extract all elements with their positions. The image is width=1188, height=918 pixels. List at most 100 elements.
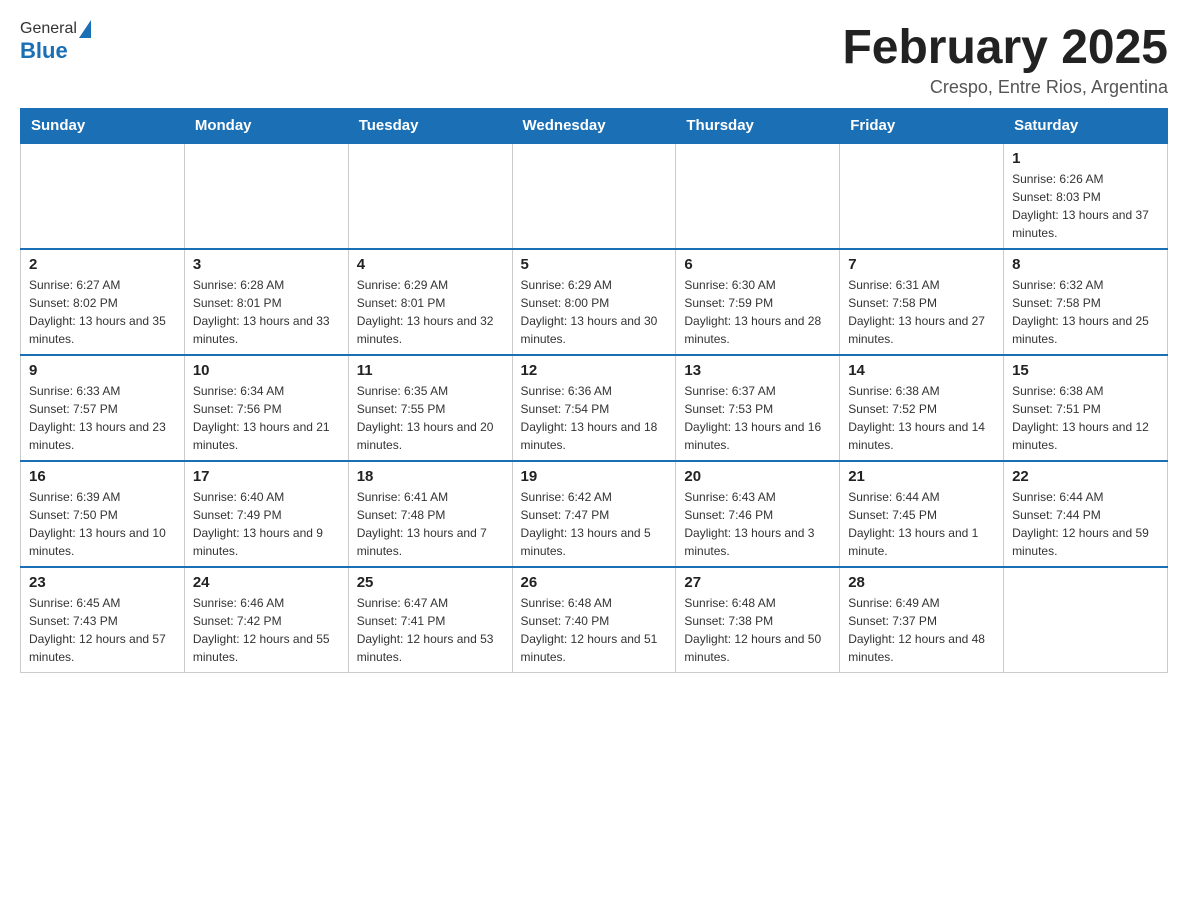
day-info: Sunrise: 6:29 AMSunset: 8:00 PMDaylight:… (521, 276, 668, 348)
day-info: Sunrise: 6:48 AMSunset: 7:40 PMDaylight:… (521, 594, 668, 666)
day-number: 25 (357, 574, 504, 591)
day-number: 8 (1012, 256, 1159, 273)
calendar-cell: 1 Sunrise: 6:26 AMSunset: 8:03 PMDaylight… (1004, 143, 1168, 249)
column-header-tuesday: Tuesday (348, 109, 512, 144)
day-number: 23 (29, 574, 176, 591)
day-info: Sunrise: 6:47 AMSunset: 7:41 PMDaylight:… (357, 594, 504, 666)
page-header: General Blue February 2025 Crespo, Entre… (20, 20, 1168, 98)
day-info: Sunrise: 6:46 AMSunset: 7:42 PMDaylight:… (193, 594, 340, 666)
calendar-cell: 7Sunrise: 6:31 AMSunset: 7:58 PMDaylight… (840, 249, 1004, 355)
week-row-1: 1 Sunrise: 6:26 AMSunset: 8:03 PMDaylight… (21, 143, 1168, 249)
week-row-4: 16 Sunrise: 6:39 AMSunset: 7:50 PMDayligh… (21, 461, 1168, 567)
calendar-cell: 23 Sunrise: 6:45 AMSunset: 7:43 PMDayligh… (21, 567, 185, 673)
day-number: 1 (1012, 150, 1159, 167)
day-number: 3 (193, 256, 340, 273)
day-info: Sunrise: 6:33 AMSunset: 7:57 PMDaylight:… (29, 382, 176, 454)
calendar-cell: 2Sunrise: 6:27 AMSunset: 8:02 PMDaylight… (21, 249, 185, 355)
calendar-subtitle: Crespo, Entre Rios, Argentina (842, 77, 1168, 98)
logo-blue-text: Blue (20, 38, 68, 64)
calendar-cell (184, 143, 348, 249)
calendar-cell: 19Sunrise: 6:42 AMSunset: 7:47 PMDayligh… (512, 461, 676, 567)
calendar-title: February 2025 (842, 20, 1168, 75)
day-number: 19 (521, 468, 668, 485)
week-row-3: 9 Sunrise: 6:33 AMSunset: 7:57 PMDaylight… (21, 355, 1168, 461)
day-number: 16 (29, 468, 176, 485)
logo-general-text: General (20, 20, 77, 38)
calendar-cell: 22 Sunrise: 6:44 AMSunset: 7:44 PMDayligh… (1004, 461, 1168, 567)
day-info: Sunrise: 6:38 AMSunset: 7:52 PMDaylight:… (848, 382, 995, 454)
day-info: Sunrise: 6:27 AMSunset: 8:02 PMDaylight:… (29, 276, 176, 348)
day-number: 27 (684, 574, 831, 591)
calendar-cell: 9 Sunrise: 6:33 AMSunset: 7:57 PMDaylight… (21, 355, 185, 461)
day-info: Sunrise: 6:36 AMSunset: 7:54 PMDaylight:… (521, 382, 668, 454)
day-number: 9 (29, 362, 176, 379)
calendar-cell (840, 143, 1004, 249)
day-number: 15 (1012, 362, 1159, 379)
calendar-cell: 15 Sunrise: 6:38 AMSunset: 7:51 PMDayligh… (1004, 355, 1168, 461)
calendar-cell: 4Sunrise: 6:29 AMSunset: 8:01 PMDaylight… (348, 249, 512, 355)
calendar-cell (1004, 567, 1168, 673)
day-number: 21 (848, 468, 995, 485)
day-info: Sunrise: 6:43 AMSunset: 7:46 PMDaylight:… (684, 488, 831, 560)
day-info: Sunrise: 6:26 AMSunset: 8:03 PMDaylight:… (1012, 170, 1159, 242)
calendar-header-row: SundayMondayTuesdayWednesdayThursdayFrid… (21, 109, 1168, 144)
calendar-cell: 25 Sunrise: 6:47 AMSunset: 7:41 PMDayligh… (348, 567, 512, 673)
day-info: Sunrise: 6:39 AMSunset: 7:50 PMDaylight:… (29, 488, 176, 560)
calendar-cell: 5 Sunrise: 6:29 AMSunset: 8:00 PMDaylight… (512, 249, 676, 355)
logo-triangle-icon (79, 20, 91, 38)
column-header-friday: Friday (840, 109, 1004, 144)
day-number: 20 (684, 468, 831, 485)
column-header-wednesday: Wednesday (512, 109, 676, 144)
calendar-table: SundayMondayTuesdayWednesdayThursdayFrid… (20, 108, 1168, 673)
day-number: 5 (521, 256, 668, 273)
day-number: 11 (357, 362, 504, 379)
calendar-cell: 18Sunrise: 6:41 AMSunset: 7:48 PMDayligh… (348, 461, 512, 567)
day-info: Sunrise: 6:35 AMSunset: 7:55 PMDaylight:… (357, 382, 504, 454)
day-number: 24 (193, 574, 340, 591)
day-number: 12 (521, 362, 668, 379)
week-row-2: 2Sunrise: 6:27 AMSunset: 8:02 PMDaylight… (21, 249, 1168, 355)
day-info: Sunrise: 6:31 AMSunset: 7:58 PMDaylight:… (848, 276, 995, 348)
calendar-cell: 27Sunrise: 6:48 AMSunset: 7:38 PMDayligh… (676, 567, 840, 673)
day-number: 14 (848, 362, 995, 379)
day-info: Sunrise: 6:44 AMSunset: 7:44 PMDaylight:… (1012, 488, 1159, 560)
title-block: February 2025 Crespo, Entre Rios, Argent… (842, 20, 1168, 98)
day-info: Sunrise: 6:49 AMSunset: 7:37 PMDaylight:… (848, 594, 995, 666)
calendar-cell: 21 Sunrise: 6:44 AMSunset: 7:45 PMDayligh… (840, 461, 1004, 567)
calendar-cell: 3 Sunrise: 6:28 AMSunset: 8:01 PMDaylight… (184, 249, 348, 355)
day-number: 26 (521, 574, 668, 591)
calendar-cell: 16 Sunrise: 6:39 AMSunset: 7:50 PMDayligh… (21, 461, 185, 567)
day-info: Sunrise: 6:28 AMSunset: 8:01 PMDaylight:… (193, 276, 340, 348)
day-info: Sunrise: 6:32 AMSunset: 7:58 PMDaylight:… (1012, 276, 1159, 348)
calendar-cell: 26 Sunrise: 6:48 AMSunset: 7:40 PMDayligh… (512, 567, 676, 673)
calendar-cell: 24 Sunrise: 6:46 AMSunset: 7:42 PMDayligh… (184, 567, 348, 673)
calendar-cell: 10Sunrise: 6:34 AMSunset: 7:56 PMDayligh… (184, 355, 348, 461)
day-info: Sunrise: 6:37 AMSunset: 7:53 PMDaylight:… (684, 382, 831, 454)
column-header-saturday: Saturday (1004, 109, 1168, 144)
calendar-cell: 11 Sunrise: 6:35 AMSunset: 7:55 PMDayligh… (348, 355, 512, 461)
calendar-cell (21, 143, 185, 249)
column-header-sunday: Sunday (21, 109, 185, 144)
column-header-thursday: Thursday (676, 109, 840, 144)
calendar-cell (676, 143, 840, 249)
calendar-cell: 13 Sunrise: 6:37 AMSunset: 7:53 PMDayligh… (676, 355, 840, 461)
calendar-cell: 8 Sunrise: 6:32 AMSunset: 7:58 PMDaylight… (1004, 249, 1168, 355)
calendar-cell: 20 Sunrise: 6:43 AMSunset: 7:46 PMDayligh… (676, 461, 840, 567)
day-info: Sunrise: 6:40 AMSunset: 7:49 PMDaylight:… (193, 488, 340, 560)
day-number: 22 (1012, 468, 1159, 485)
column-header-monday: Monday (184, 109, 348, 144)
day-info: Sunrise: 6:38 AMSunset: 7:51 PMDaylight:… (1012, 382, 1159, 454)
calendar-cell: 17 Sunrise: 6:40 AMSunset: 7:49 PMDayligh… (184, 461, 348, 567)
day-info: Sunrise: 6:29 AMSunset: 8:01 PMDaylight:… (357, 276, 504, 348)
calendar-cell: 12 Sunrise: 6:36 AMSunset: 7:54 PMDayligh… (512, 355, 676, 461)
calendar-cell (348, 143, 512, 249)
week-row-5: 23 Sunrise: 6:45 AMSunset: 7:43 PMDayligh… (21, 567, 1168, 673)
day-number: 13 (684, 362, 831, 379)
day-info: Sunrise: 6:41 AMSunset: 7:48 PMDaylight:… (357, 488, 504, 560)
day-number: 6 (684, 256, 831, 273)
day-number: 17 (193, 468, 340, 485)
calendar-cell: 6Sunrise: 6:30 AMSunset: 7:59 PMDaylight… (676, 249, 840, 355)
day-info: Sunrise: 6:44 AMSunset: 7:45 PMDaylight:… (848, 488, 995, 560)
day-info: Sunrise: 6:34 AMSunset: 7:56 PMDaylight:… (193, 382, 340, 454)
day-info: Sunrise: 6:45 AMSunset: 7:43 PMDaylight:… (29, 594, 176, 666)
